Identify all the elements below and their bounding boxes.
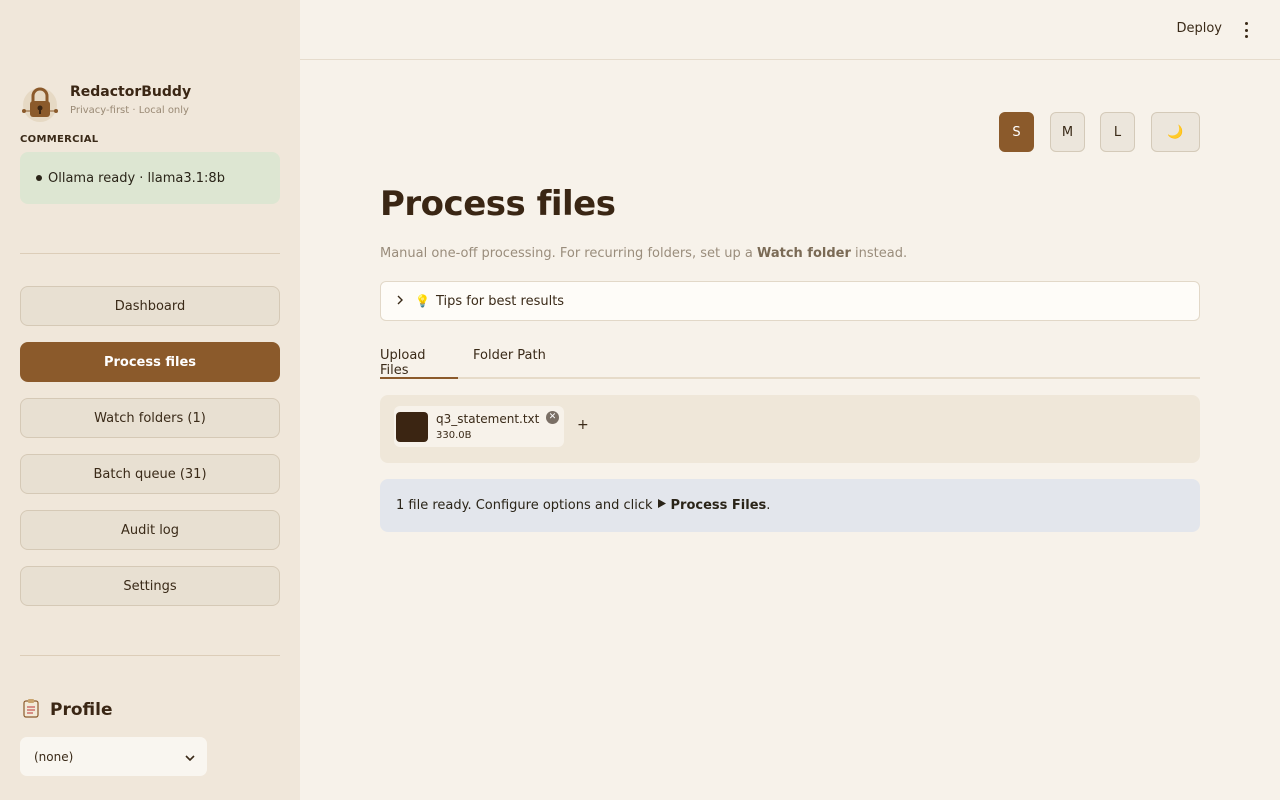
tab-upload-files[interactable]: Upload Files [380, 348, 458, 379]
text-size-medium-button[interactable]: M [1050, 112, 1085, 152]
tips-expander[interactable]: 💡 Tips for best results [380, 281, 1200, 321]
status-dot-icon [36, 175, 42, 181]
chevron-right-icon [397, 294, 403, 308]
text-size-large-button[interactable]: L [1100, 112, 1135, 152]
brand: RedactorBuddy Privacy-first · Local only [20, 84, 191, 124]
nav-watch-folders-button[interactable]: Watch folders (1) [20, 398, 280, 438]
file-thumbnail [396, 412, 428, 442]
kebab-menu-icon[interactable] [1238, 22, 1254, 38]
upload-tabs: Upload Files Folder Path [380, 348, 1200, 379]
model-status-banner: Ollama ready · llama3.1:8b [20, 152, 280, 204]
sidebar-divider [20, 655, 280, 656]
top-bar: Deploy [300, 0, 1280, 60]
nav-process-files-button[interactable]: Process files [20, 342, 280, 382]
file-dropzone[interactable]: q3_statement.txt 330.0B ✕ + [380, 395, 1200, 463]
info-banner: 1 file ready. Configure options and clic… [380, 479, 1200, 532]
watch-folder-link[interactable]: Watch folder [757, 246, 851, 261]
nav-dashboard-button[interactable]: Dashboard [20, 286, 280, 326]
close-icon[interactable]: ✕ [546, 411, 559, 424]
nav-batch-queue-button[interactable]: Batch queue (31) [20, 454, 280, 494]
padlock-logo-icon [20, 84, 60, 124]
uploaded-file-chip: q3_statement.txt 330.0B ✕ [394, 406, 564, 447]
add-file-button[interactable]: + [577, 417, 589, 433]
lightbulb-icon: 💡 [415, 294, 430, 308]
profile-header: Profile [22, 698, 112, 722]
tab-folder-path[interactable]: Folder Path [473, 348, 546, 379]
app-tagline: Privacy-first · Local only [70, 105, 189, 116]
dark-mode-moon-icon[interactable]: 🌙 [1151, 112, 1200, 152]
license-tier: COMMERCIAL [20, 134, 99, 145]
chevron-down-icon [185, 750, 195, 764]
deploy-button[interactable]: Deploy [1176, 21, 1222, 36]
file-size: 330.0B [436, 430, 472, 441]
play-icon [657, 498, 667, 513]
file-name: q3_statement.txt [436, 412, 540, 426]
profile-select[interactable]: (none) [20, 737, 207, 776]
info-text-end: . [766, 498, 771, 513]
page-caption: Manual one-off processing. For recurring… [380, 246, 908, 261]
model-status-text: Ollama ready · llama3.1:8b [48, 170, 225, 186]
nav-audit-log-button[interactable]: Audit log [20, 510, 280, 550]
info-action-text: Process Files [670, 498, 767, 513]
tips-label: Tips for best results [435, 293, 565, 309]
clipboard-icon [22, 698, 42, 722]
profile-title: Profile [50, 700, 113, 720]
app-name: RedactorBuddy [70, 84, 192, 100]
profile-selected-value: (none) [34, 749, 74, 764]
text-size-small-button[interactable]: S [999, 112, 1034, 152]
nav-settings-button[interactable]: Settings [20, 566, 280, 606]
sidebar: RedactorBuddy Privacy-first · Local only… [0, 0, 300, 800]
page-title: Process files [380, 184, 616, 224]
info-text: 1 file ready. Configure options and clic… [396, 498, 653, 513]
sidebar-divider [20, 253, 280, 254]
